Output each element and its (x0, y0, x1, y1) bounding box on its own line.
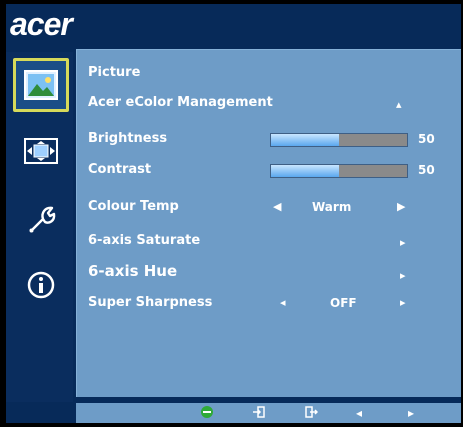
sidebar-item-settings[interactable] (13, 192, 69, 246)
contrast-slider[interactable] (270, 164, 408, 178)
brightness-slider[interactable] (270, 133, 408, 147)
info-icon (27, 271, 55, 299)
colour-temp-value: Warm (312, 200, 352, 214)
colour-temp-left-arrow-icon[interactable]: ◀ (273, 199, 281, 215)
up-arrow-icon: ▴ (396, 98, 402, 111)
left-arrow-icon[interactable]: ◂ (356, 405, 362, 421)
six-axis-saturate-item[interactable]: 6-axis Saturate (88, 233, 200, 249)
sidebar-item-information[interactable] (13, 258, 69, 312)
enter-icon[interactable] (252, 405, 266, 423)
position-icon (24, 138, 58, 164)
six-axis-hue-item[interactable]: 6-axis Hue (88, 263, 177, 279)
brightness-value: 50 (418, 132, 435, 146)
contrast-item[interactable]: Contrast (88, 162, 151, 178)
contrast-slider-fill (271, 165, 339, 177)
super-sharpness-left-arrow-icon[interactable]: ◂ (280, 295, 286, 311)
menu-title: Picture (88, 65, 141, 80)
super-sharpness-value: OFF (330, 296, 357, 310)
super-sharpness-right-arrow-icon[interactable]: ▸ (400, 295, 406, 311)
six-axis-saturate-arrow-icon: ▸ (400, 236, 406, 249)
picture-menu-panel: Picture Acer eColor Management ▴ Brightn… (76, 49, 461, 397)
wrench-icon (29, 206, 56, 233)
contrast-value: 50 (418, 163, 435, 177)
colour-temp-right-arrow-icon[interactable]: ▶ (397, 199, 405, 215)
osd-window: acer Picture Acer eColor Management ▴ Br… (6, 4, 461, 423)
picture-icon (24, 70, 58, 100)
ecolor-icon[interactable] (200, 405, 214, 423)
acer-ecolor-management-item[interactable]: Acer eColor Management (88, 95, 273, 111)
colour-temp-item[interactable]: Colour Temp (88, 199, 179, 215)
right-arrow-icon[interactable]: ▸ (408, 405, 414, 421)
sidebar (6, 52, 73, 402)
sidebar-item-picture[interactable] (13, 58, 69, 112)
exit-icon[interactable] (304, 405, 319, 423)
super-sharpness-item[interactable]: Super Sharpness (88, 295, 212, 311)
footer-bar: ◂ ▸ (76, 403, 461, 423)
brightness-item[interactable]: Brightness (88, 131, 167, 147)
acer-logo: acer (10, 6, 73, 42)
six-axis-hue-arrow-icon: ▸ (400, 269, 406, 282)
brightness-slider-fill (271, 134, 339, 146)
sidebar-item-position[interactable] (13, 124, 69, 178)
